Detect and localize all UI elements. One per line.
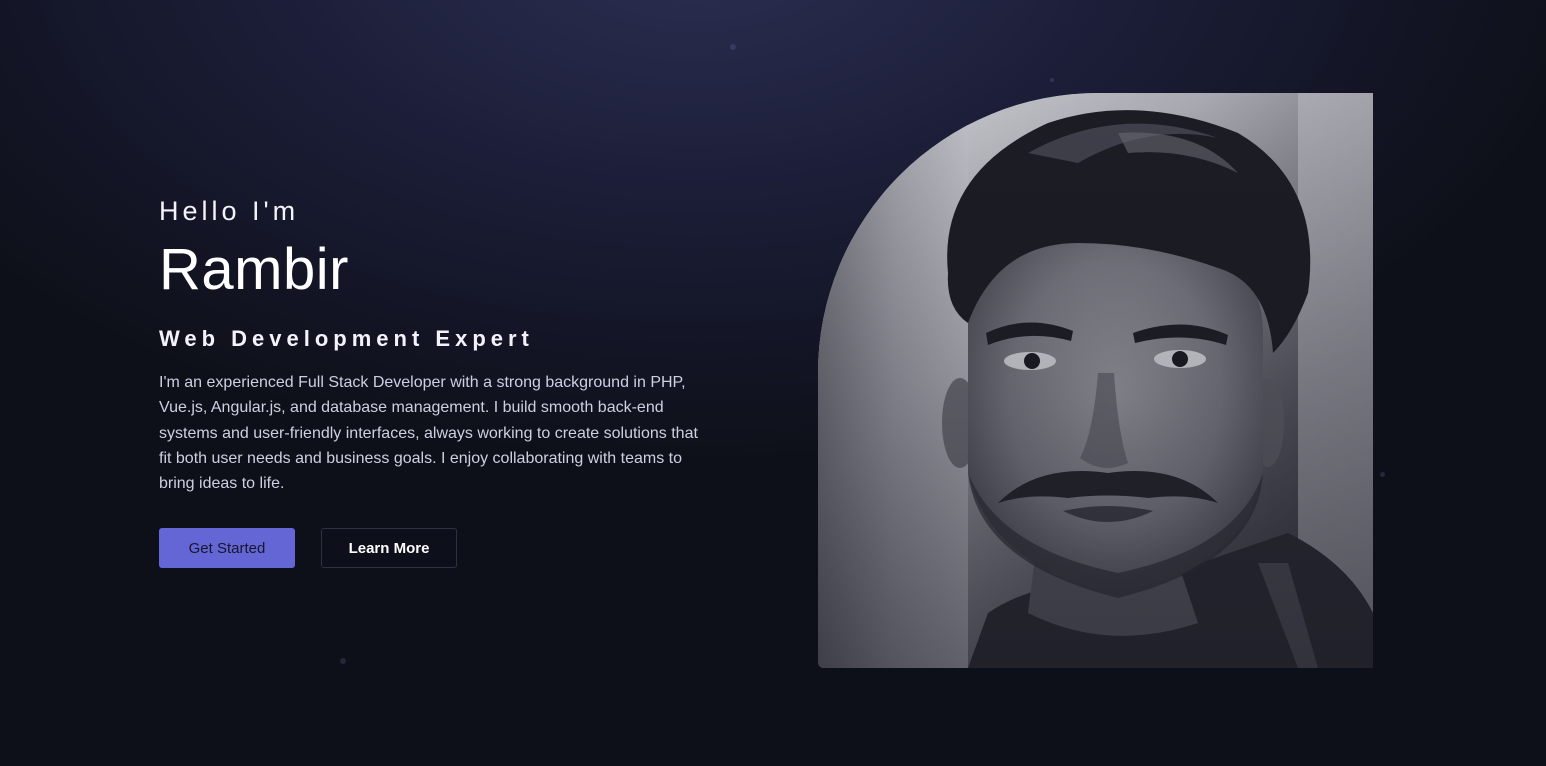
get-started-button[interactable]: Get Started bbox=[159, 528, 295, 569]
hero-actions: Get Started Learn More bbox=[159, 528, 719, 569]
hero-role: Web Development Expert bbox=[159, 326, 534, 351]
background-particle bbox=[1050, 78, 1054, 82]
background-particle bbox=[340, 658, 346, 664]
profile-photo bbox=[818, 93, 1373, 668]
background-particle bbox=[730, 44, 736, 50]
hero-intro: Hello I'm Rambir Web Development Expert … bbox=[159, 193, 719, 569]
learn-more-button[interactable]: Learn More bbox=[321, 528, 457, 569]
hero-name: Rambir bbox=[159, 237, 349, 302]
hero-greeting: Hello I'm bbox=[159, 196, 300, 226]
portrait-illustration bbox=[818, 93, 1373, 668]
hero-bio: I'm an experienced Full Stack Developer … bbox=[159, 374, 698, 493]
background-particle bbox=[1380, 472, 1385, 477]
